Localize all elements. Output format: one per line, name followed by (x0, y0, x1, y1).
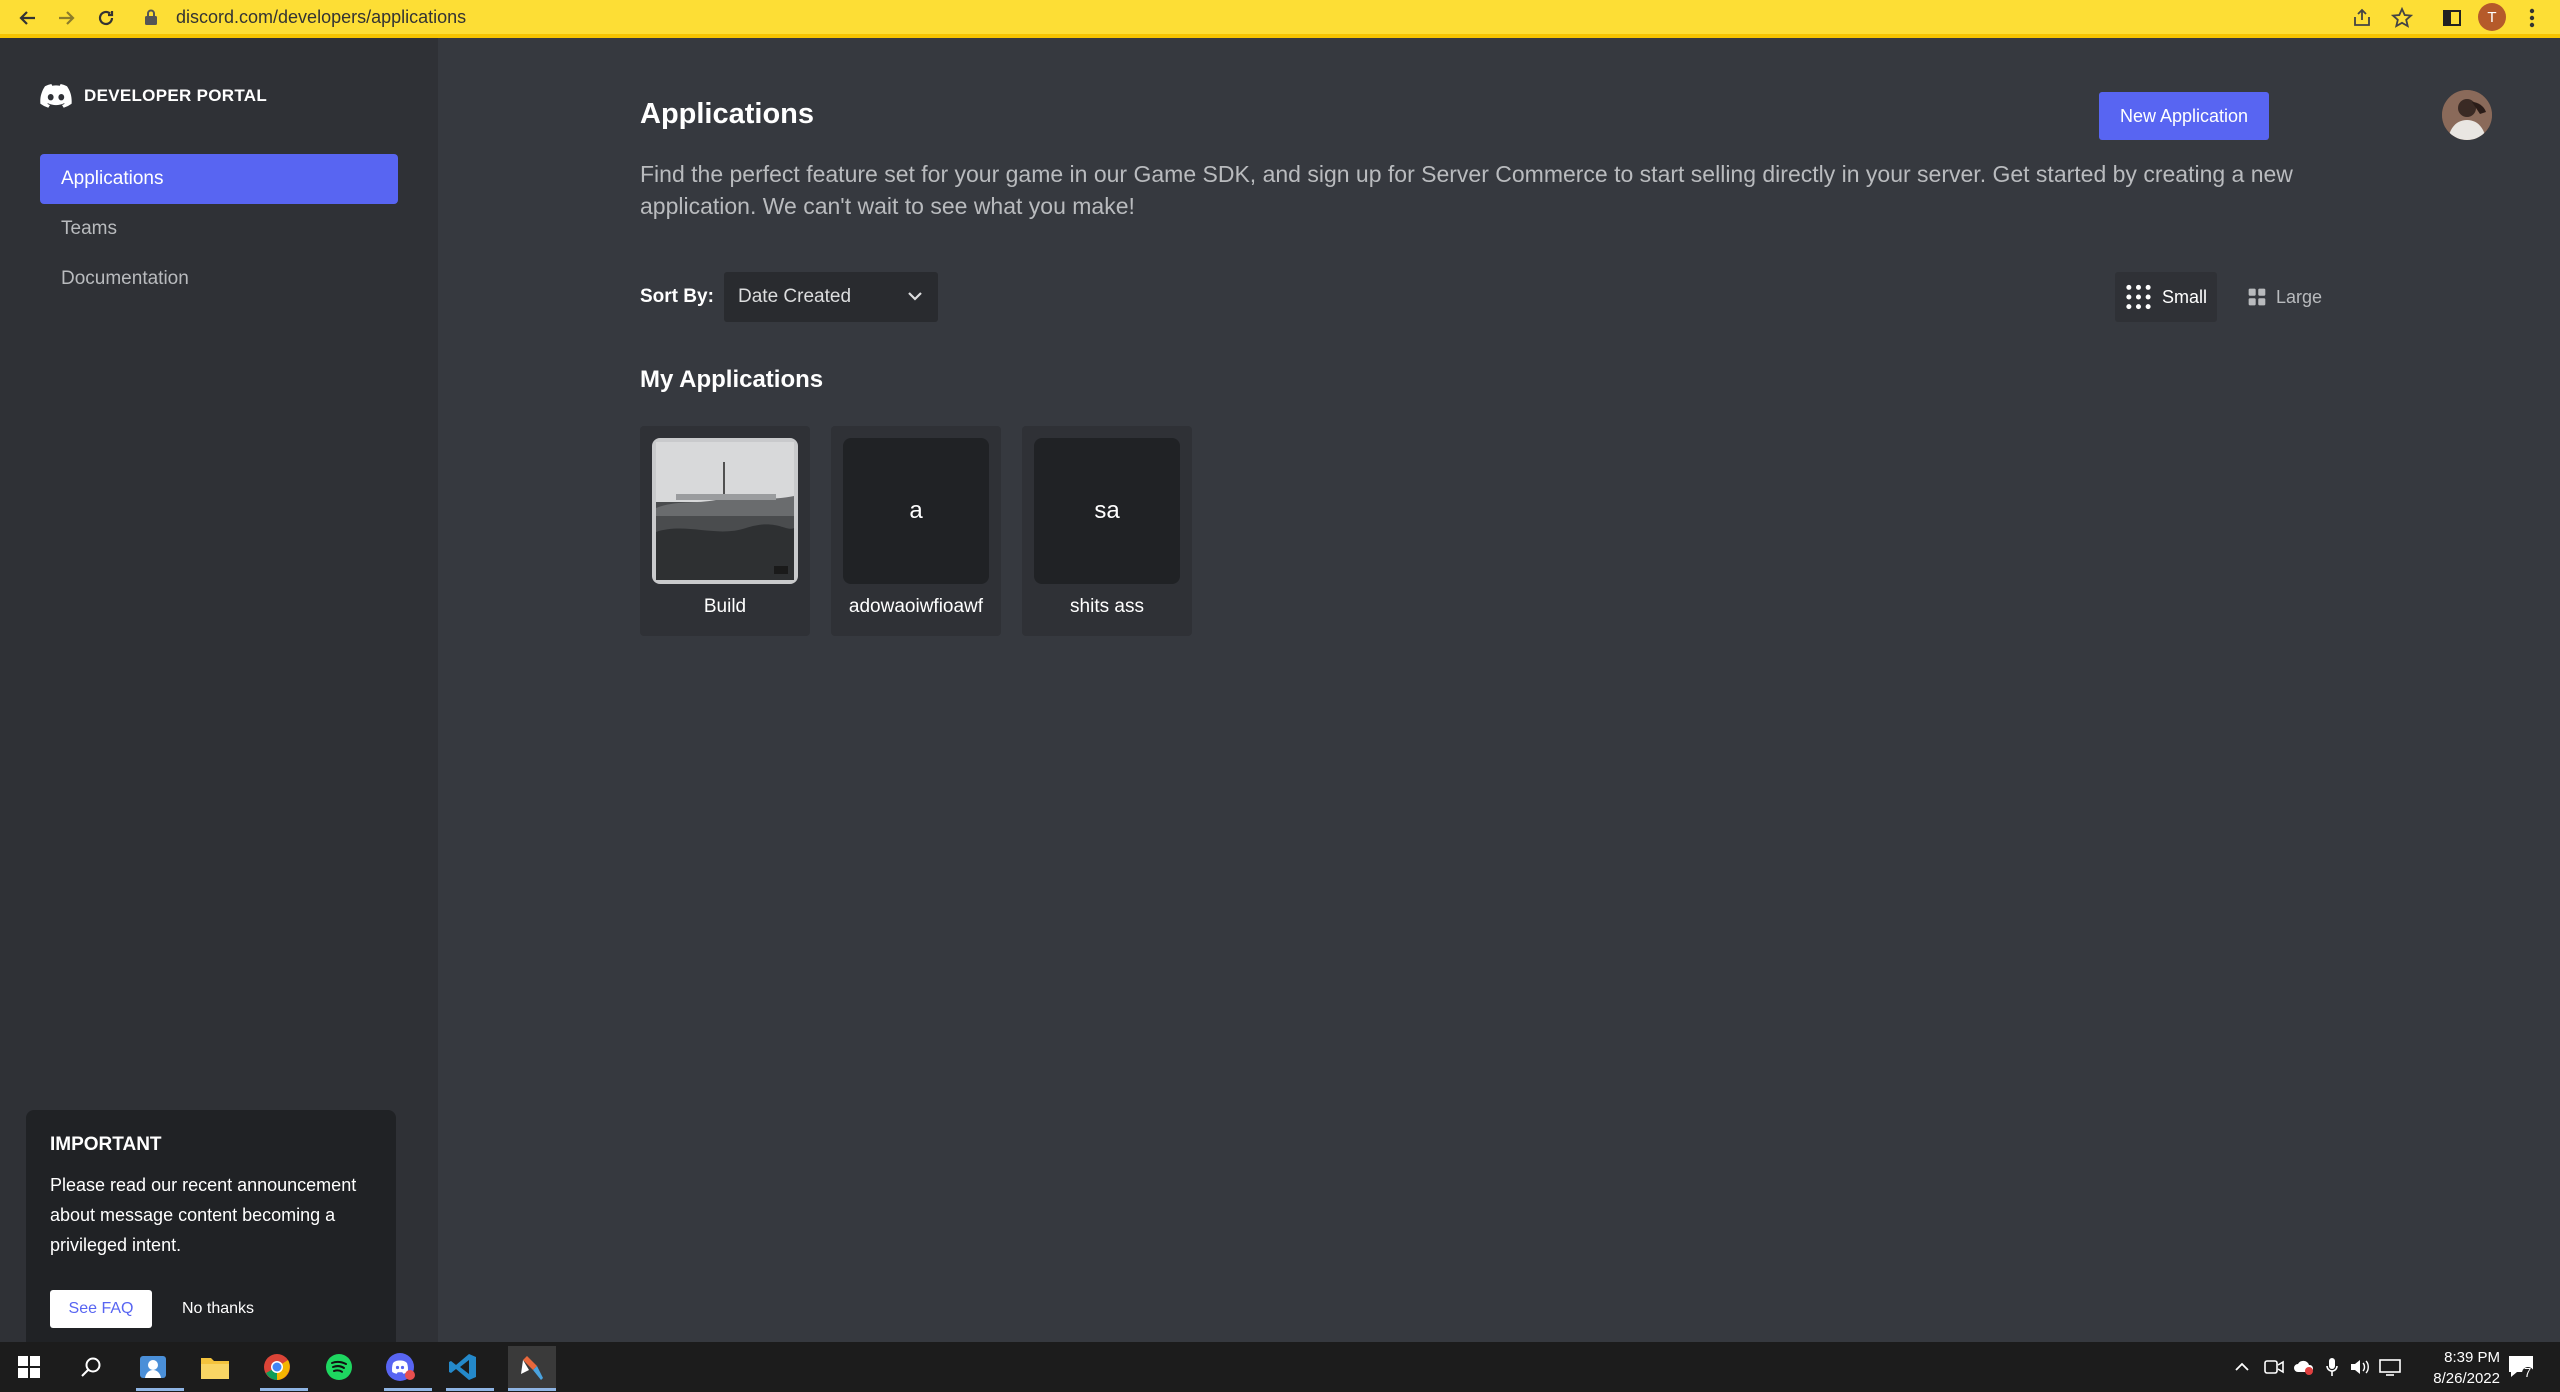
sort-label: Sort By: (640, 286, 714, 307)
browser-profile-avatar[interactable]: T (2478, 3, 2506, 31)
notice-title: IMPORTANT (50, 1134, 162, 1155)
important-notice: IMPORTANT Please read our recent announc… (26, 1110, 396, 1356)
view-large-label: Large (2275, 286, 2322, 307)
microphone-icon[interactable] (2318, 1350, 2346, 1384)
search-icon[interactable] (74, 1350, 108, 1384)
notifications-icon[interactable]: 7 (2504, 1350, 2538, 1384)
page-title: Applications (640, 98, 815, 130)
no-thanks-button[interactable]: No thanks (182, 1300, 254, 1318)
app-name: adowaoiwfioawf (848, 596, 984, 617)
app-initials: a (843, 438, 989, 584)
spotify-icon[interactable] (322, 1350, 356, 1384)
view-large-toggle[interactable]: Large (2238, 272, 2332, 322)
intro-text: Find the perfect feature set for your ga… (640, 161, 2293, 219)
windows-start-icon[interactable] (12, 1350, 46, 1384)
sort-select[interactable]: Date Created (724, 272, 938, 322)
discord-icon[interactable] (384, 1350, 418, 1384)
sidebar-item-teams[interactable]: Teams (40, 204, 398, 254)
main-content: Applications New Application Find the pe… (438, 38, 2560, 1342)
share-icon[interactable] (2348, 4, 2376, 32)
clock[interactable]: 8:39 PM 8/26/2022 (2418, 1347, 2500, 1389)
notice-body: Please read our recent announcement abou… (50, 1175, 357, 1255)
sort-select-value: Date Created (738, 286, 852, 307)
sidebar-item-documentation[interactable]: Documentation (40, 254, 398, 304)
taskbar-active-indicator (446, 1388, 494, 1391)
avatar[interactable] (2442, 90, 2492, 140)
app-name: Build (703, 596, 747, 617)
chrome-icon[interactable] (260, 1350, 294, 1384)
clock-date: 8/26/2022 (2433, 1370, 2500, 1387)
lock-icon[interactable] (144, 9, 158, 25)
star-icon[interactable] (2388, 4, 2416, 32)
new-application-button[interactable]: New Application (2099, 92, 2269, 140)
app-card-shits-ass[interactable]: sa shits ass (1022, 426, 1192, 636)
section-title: My Applications (640, 366, 824, 393)
app-card-build[interactable]: Build (640, 426, 810, 636)
chevron-up-icon[interactable] (2228, 1350, 2256, 1384)
app-image (652, 438, 798, 584)
clock-time: 8:39 PM (2444, 1349, 2500, 1366)
back-arrow-icon[interactable] (12, 2, 44, 34)
view-small-toggle[interactable]: Small (2115, 272, 2217, 322)
network-icon[interactable] (2376, 1350, 2404, 1384)
reload-icon[interactable] (90, 2, 122, 34)
taskbar-active-indicator (136, 1388, 184, 1391)
see-faq-button[interactable]: See FAQ (50, 1290, 152, 1328)
forward-arrow-icon[interactable] (50, 2, 82, 34)
taskbar-active-indicator (260, 1388, 308, 1391)
discord-logo-icon (40, 84, 72, 108)
taskbar-active-indicator (508, 1388, 556, 1391)
more-vertical-icon[interactable] (2518, 4, 2546, 32)
grid-large-icon (2248, 288, 2266, 306)
brand[interactable]: DEVELOPER PORTAL (40, 84, 267, 108)
address-bar[interactable]: discord.com/developers/applications (176, 7, 466, 28)
onedrive-icon[interactable] (2290, 1350, 2318, 1384)
taskbar-active-indicator (384, 1388, 432, 1391)
file-explorer-icon[interactable] (198, 1350, 232, 1384)
app-name: shits ass (1070, 596, 1144, 617)
meet-now-icon[interactable] (2260, 1350, 2288, 1384)
chevron-down-icon (908, 292, 922, 301)
side-panel-icon[interactable] (2438, 4, 2466, 32)
vscode-icon[interactable] (446, 1350, 480, 1384)
people-app-icon[interactable] (136, 1350, 170, 1384)
notice-actions: See FAQ No thanks (50, 1290, 254, 1328)
paint-app-icon[interactable] (508, 1346, 556, 1388)
notification-count: 7 (2524, 1365, 2532, 1380)
app-card-adowaoiwfioawf[interactable]: a adowaoiwfioawf (831, 426, 1001, 636)
brand-title: DEVELOPER PORTAL (84, 86, 268, 105)
sidebar: DEVELOPER PORTAL Applications Teams Docu… (0, 38, 438, 1356)
volume-icon[interactable] (2346, 1350, 2374, 1384)
sidebar-item-applications[interactable]: Applications (40, 154, 398, 204)
app-initials: sa (1034, 438, 1180, 584)
view-small-label: Small (2161, 286, 2207, 307)
grid-small-icon (2126, 284, 2151, 310)
